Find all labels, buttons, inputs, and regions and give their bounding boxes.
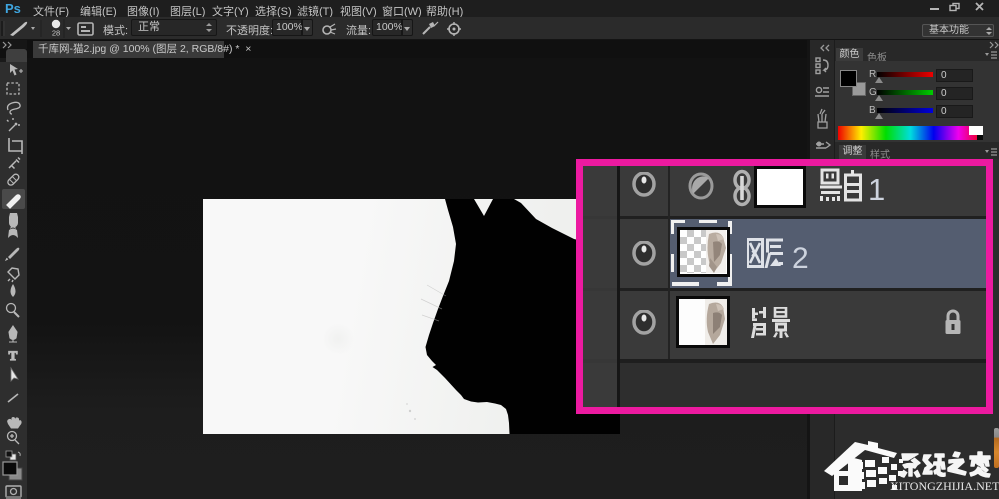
- svg-text:28: 28: [52, 29, 60, 38]
- svg-text:1: 1: [868, 172, 884, 202]
- svg-text:2: 2: [792, 242, 809, 272]
- svg-text:T: T: [9, 348, 18, 363]
